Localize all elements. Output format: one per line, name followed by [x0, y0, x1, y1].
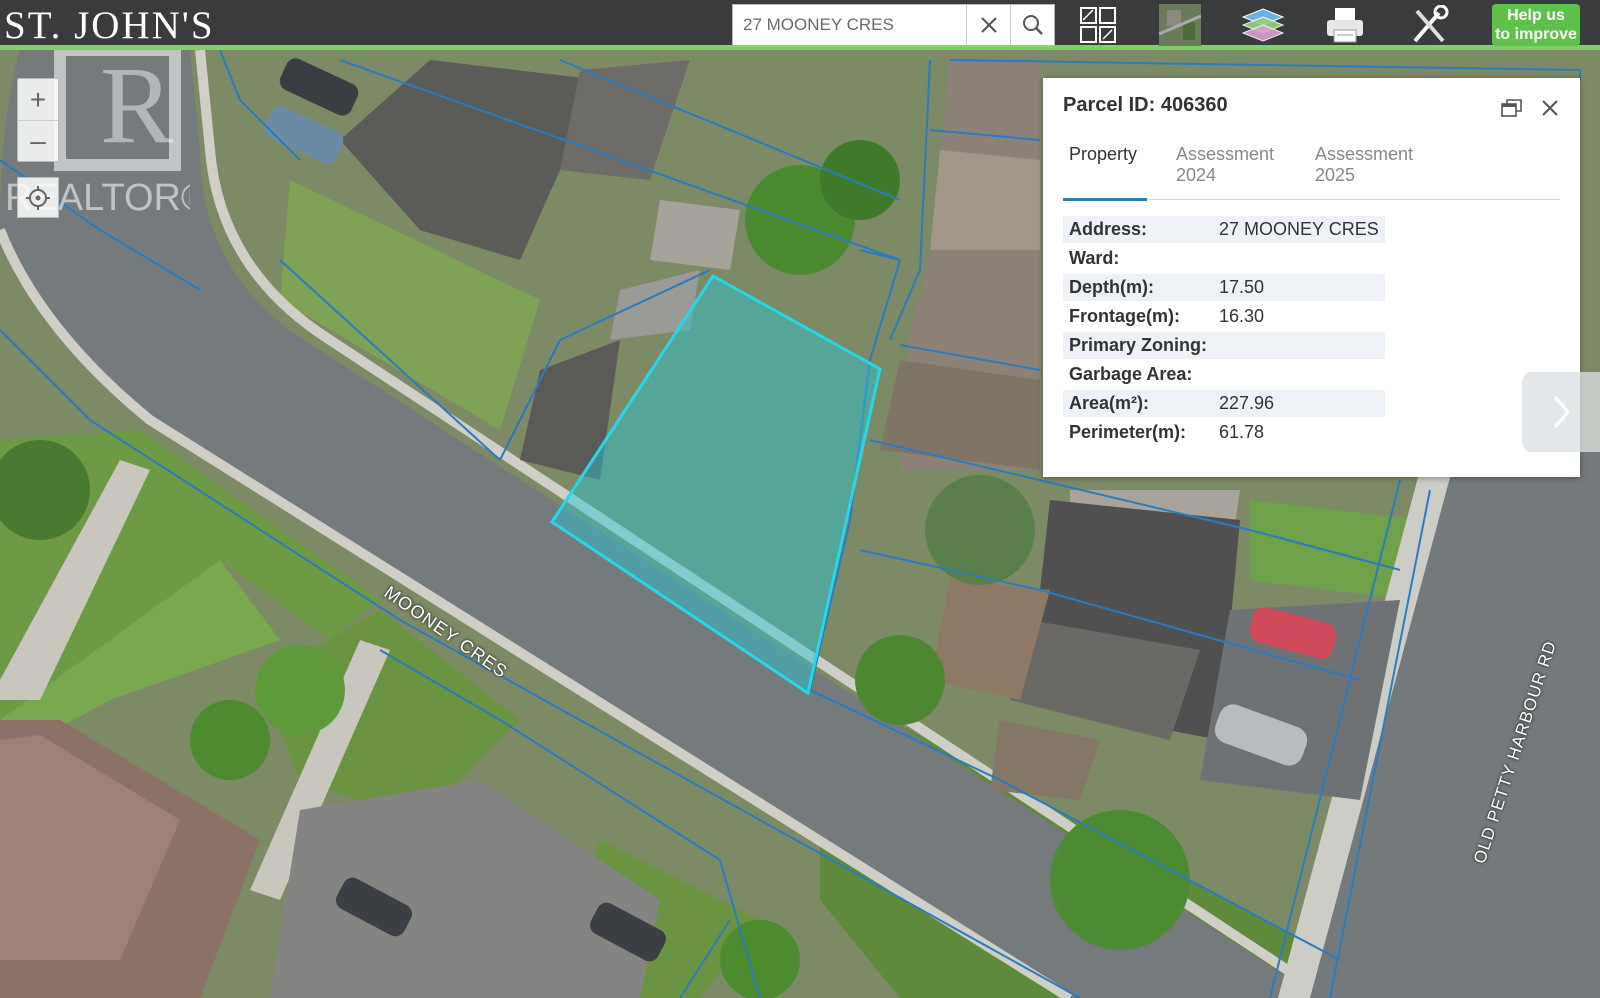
attribute-key: Primary Zoning: [1063, 332, 1214, 359]
clear-icon [980, 17, 997, 33]
chevron-right-icon [1553, 396, 1570, 428]
attribute-value [1213, 245, 1385, 272]
active-tab-indicator [1063, 198, 1147, 201]
table-row: Depth(m): 17.50 [1063, 274, 1385, 301]
zoom-control: + – [17, 78, 59, 162]
popup-tabs: Property Assessment 2024 Assessment 2025 [1063, 144, 1560, 201]
popup-title: Parcel ID: 406360 [1063, 94, 1228, 116]
attribute-key: Area(m²): [1063, 390, 1214, 417]
attribute-value: 61.78 [1219, 422, 1265, 442]
next-feature-button[interactable] [1522, 372, 1600, 452]
parcel-attributes-table: Address: 27 MOONEY CRES Ward: Depth(m): 17.5… [1063, 214, 1385, 448]
help-us-improve-button[interactable]: Help us to improve [1492, 4, 1580, 46]
st-johns-logo: ST. JOHN'S [4, 4, 215, 47]
help-line1: Help us [1507, 7, 1565, 24]
attribute-key: Garbage Area: [1069, 364, 1193, 384]
attribute-key: Ward: [1069, 248, 1120, 268]
tab-property-label: Property [1069, 144, 1138, 164]
attribute-key: Depth(m): [1063, 274, 1214, 301]
tools-button[interactable] [1408, 4, 1452, 46]
table-row: Ward: [1063, 245, 1385, 272]
tab-assessment-2024-year: 2024 [1176, 165, 1217, 185]
attribute-value: 227.96 [1213, 390, 1385, 417]
attribute-value: 17.50 [1213, 274, 1385, 301]
parcel-popup: Parcel ID: 406360 Property Assessment 20… [1043, 78, 1580, 477]
table-row: Perimeter(m): 61.78 [1063, 419, 1385, 446]
tab-assessment-2024-label: Assessment [1176, 144, 1275, 164]
tools-icon [1413, 5, 1449, 43]
table-row: Primary Zoning: [1063, 332, 1385, 359]
locate-button[interactable] [17, 177, 59, 218]
search-button[interactable] [1010, 5, 1054, 45]
tab-assessment-2025-label: Assessment [1315, 144, 1414, 164]
close-popup-button[interactable] [1536, 94, 1564, 122]
tab-assessment-2025[interactable]: Assessment 2025 [1315, 144, 1413, 186]
layers-grid-button[interactable] [1078, 4, 1118, 46]
attribute-key: Address: [1063, 216, 1214, 243]
zoom-in-button[interactable]: + [18, 79, 58, 120]
table-row: Area(m²): 227.96 [1063, 390, 1385, 417]
locate-icon [26, 185, 50, 210]
attribute-key: Frontage(m): [1069, 306, 1180, 326]
table-row: Frontage(m): 16.30 [1063, 303, 1385, 330]
table-row: Garbage Area: [1063, 361, 1385, 388]
attribute-value: 27 MOONEY CRES [1213, 216, 1385, 243]
layer-stack-icon [1241, 8, 1285, 42]
print-button[interactable] [1324, 4, 1366, 46]
basemap-button[interactable] [1158, 4, 1202, 46]
top-toolbar: ST. JOHN'S 27 MOONEY CRES Help us to imp… [0, 0, 1600, 50]
layers-grid-icon [1080, 7, 1116, 43]
attribute-value [1213, 332, 1385, 359]
tab-assessment-2025-year: 2025 [1315, 165, 1356, 185]
print-icon [1327, 8, 1363, 43]
search-box [732, 4, 1055, 46]
basemap-thumbnail-icon [1159, 4, 1201, 46]
help-line2: to improve [1495, 26, 1577, 43]
attribute-value: 16.30 [1219, 306, 1265, 326]
dock-popup-button[interactable] [1498, 94, 1526, 122]
table-row: Address: 27 MOONEY CRES [1063, 216, 1385, 243]
attribute-key: Perimeter(m): [1069, 422, 1187, 442]
search-input[interactable] [733, 5, 967, 45]
close-icon [1542, 100, 1558, 116]
zoom-out-button[interactable]: – [18, 120, 58, 161]
layer-stack-button[interactable] [1240, 4, 1286, 46]
clear-search-button[interactable] [966, 5, 1011, 45]
tab-property[interactable]: Property [1069, 144, 1137, 165]
search-icon [1022, 15, 1043, 35]
attribute-value [1213, 361, 1385, 388]
tab-assessment-2024[interactable]: Assessment 2024 [1176, 144, 1274, 186]
dock-icon [1501, 99, 1522, 117]
